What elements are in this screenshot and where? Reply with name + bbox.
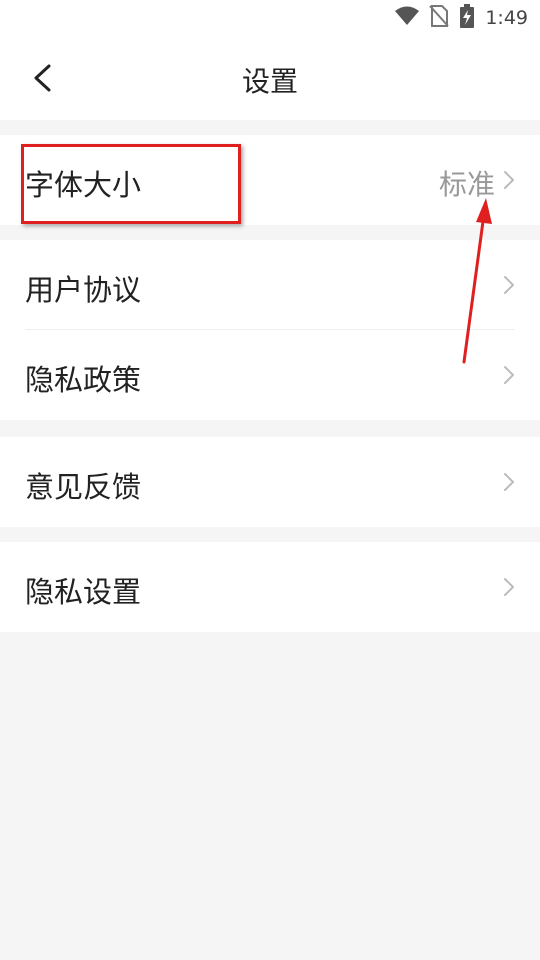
chevron-right-icon (504, 366, 514, 384)
privacy-policy-row[interactable]: 隐私政策 (0, 330, 540, 420)
battery-charging-icon (459, 4, 475, 32)
nav-bar: 设置 (0, 36, 540, 120)
chevron-right-icon (504, 578, 514, 596)
privacy-settings-row[interactable]: 隐私设置 (0, 542, 540, 632)
settings-group-feedback: 意见反馈 (0, 437, 540, 527)
privacy-settings-label: 隐私设置 (25, 575, 142, 609)
wifi-icon (395, 6, 420, 30)
font-size-row[interactable]: 字体大小 标准 (0, 135, 540, 225)
status-time: 1:49 (485, 7, 528, 29)
privacy-policy-label: 隐私政策 (25, 363, 142, 397)
font-size-value: 标准 (438, 168, 495, 201)
no-sim-icon (429, 5, 450, 31)
chevron-right-icon (504, 473, 514, 491)
settings-group-privacy: 隐私设置 (0, 542, 540, 632)
status-bar: 1:49 (0, 0, 540, 36)
page-title: 设置 (241, 65, 298, 98)
user-agreement-label: 用户协议 (25, 273, 142, 307)
status-icons: 1:49 (395, 4, 528, 32)
chevron-right-icon (504, 276, 514, 294)
settings-group-display: 字体大小 标准 (0, 135, 540, 225)
feedback-label: 意见反馈 (25, 470, 142, 504)
font-size-label: 字体大小 (25, 168, 142, 202)
user-agreement-row[interactable]: 用户协议 (0, 240, 540, 330)
feedback-row[interactable]: 意见反馈 (0, 437, 540, 527)
chevron-right-icon (504, 171, 514, 189)
settings-group-legal: 用户协议 隐私政策 (0, 240, 540, 420)
